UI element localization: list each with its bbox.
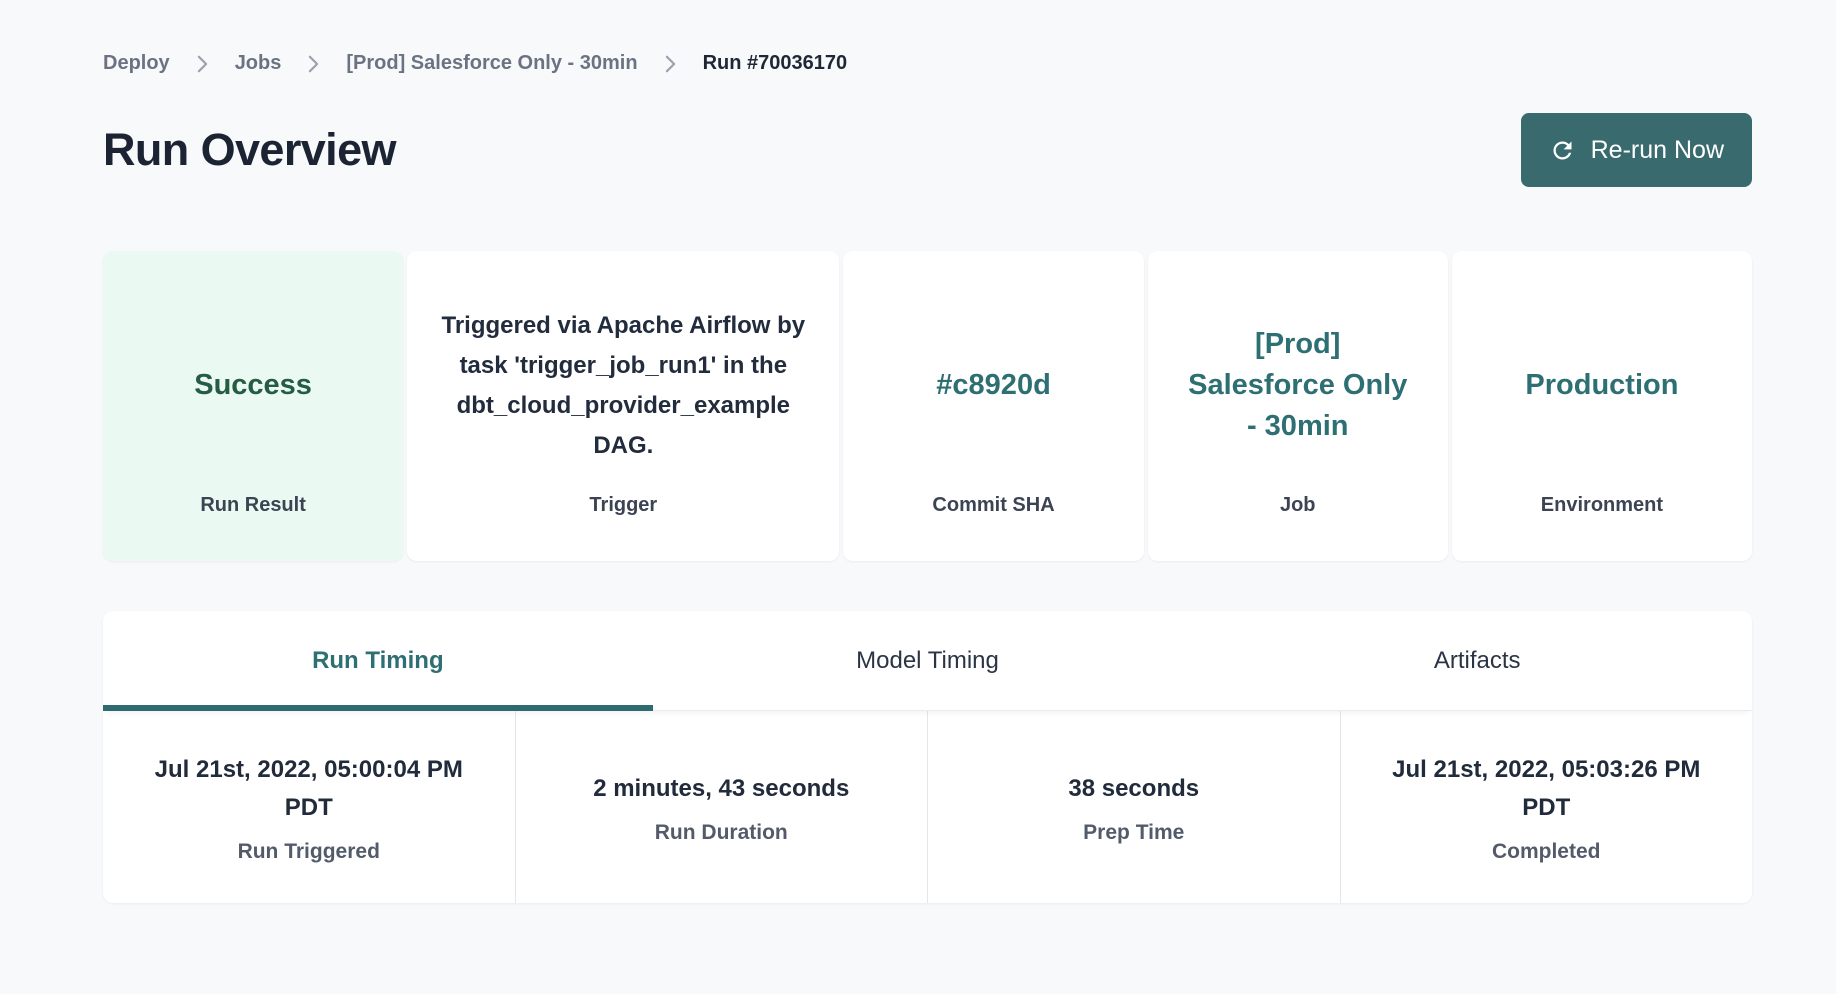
rerun-now-button[interactable]: Re-run Now [1521,113,1752,187]
trigger-card: Triggered via Apache Airflow by task 'tr… [407,251,839,561]
run-duration-label: Run Duration [655,821,788,845]
completed-cell: Jul 21st, 2022, 05:03:26 PM PDT Complete… [1340,711,1753,903]
tab-bar: Run Timing Model Timing Artifacts [103,611,1752,711]
breadcrumb-item-job-name[interactable]: [Prod] Salesforce Only - 30min [346,52,637,75]
chevron-right-icon [197,55,208,73]
refresh-icon [1549,137,1576,164]
environment-link[interactable]: Production [1525,365,1678,406]
run-result-card: Success Run Result [103,251,403,561]
environment-label: Environment [1452,494,1752,561]
completed-value: Jul 21st, 2022, 05:03:26 PM PDT [1371,751,1723,827]
page-header: Run Overview Re-run Now [103,113,1752,187]
commit-sha-label: Commit SHA [843,494,1143,561]
job-card: [Prod] Salesforce Only - 30min Job [1148,251,1448,561]
trigger-value: Triggered via Apache Airflow by task 'tr… [434,306,812,466]
prep-time-value: 38 seconds [1068,770,1199,808]
run-timing-panel: Jul 21st, 2022, 05:00:04 PM PDT Run Trig… [103,711,1752,903]
tab-model-timing[interactable]: Model Timing [653,611,1203,710]
environment-card: Production Environment [1452,251,1752,561]
run-summary-cards: Success Run Result Triggered via Apache … [103,251,1752,561]
prep-time-cell: 38 seconds Prep Time [927,711,1340,903]
breadcrumb-item-jobs[interactable]: Jobs [235,52,282,75]
rerun-now-label: Re-run Now [1591,136,1724,165]
chevron-right-icon [665,55,676,73]
run-triggered-value: Jul 21st, 2022, 05:00:04 PM PDT [133,751,485,827]
commit-sha-link[interactable]: #c8920d [936,365,1051,406]
run-duration-value: 2 minutes, 43 seconds [593,770,849,808]
tab-artifacts[interactable]: Artifacts [1202,611,1752,710]
run-result-value: Success [194,369,312,402]
breadcrumb-item-run-number: Run #70036170 [703,52,848,75]
run-result-label: Run Result [103,494,403,561]
trigger-label: Trigger [407,494,839,561]
run-duration-cell: 2 minutes, 43 seconds Run Duration [515,711,928,903]
chevron-right-icon [308,55,319,73]
run-triggered-cell: Jul 21st, 2022, 05:00:04 PM PDT Run Trig… [103,711,515,903]
job-link[interactable]: [Prod] Salesforce Only - 30min [1185,324,1410,447]
run-overview-page: Deploy Jobs [Prod] Salesforce Only - 30m… [0,0,1836,994]
run-detail-card: Run Timing Model Timing Artifacts Jul 21… [103,611,1752,903]
breadcrumb: Deploy Jobs [Prod] Salesforce Only - 30m… [103,52,1752,75]
tab-run-timing[interactable]: Run Timing [103,611,653,710]
run-triggered-label: Run Triggered [238,840,380,864]
job-label: Job [1148,494,1448,561]
completed-label: Completed [1492,840,1601,864]
breadcrumb-item-deploy[interactable]: Deploy [103,52,170,75]
commit-sha-card: #c8920d Commit SHA [843,251,1143,561]
prep-time-label: Prep Time [1083,821,1184,845]
page-title: Run Overview [103,124,396,176]
